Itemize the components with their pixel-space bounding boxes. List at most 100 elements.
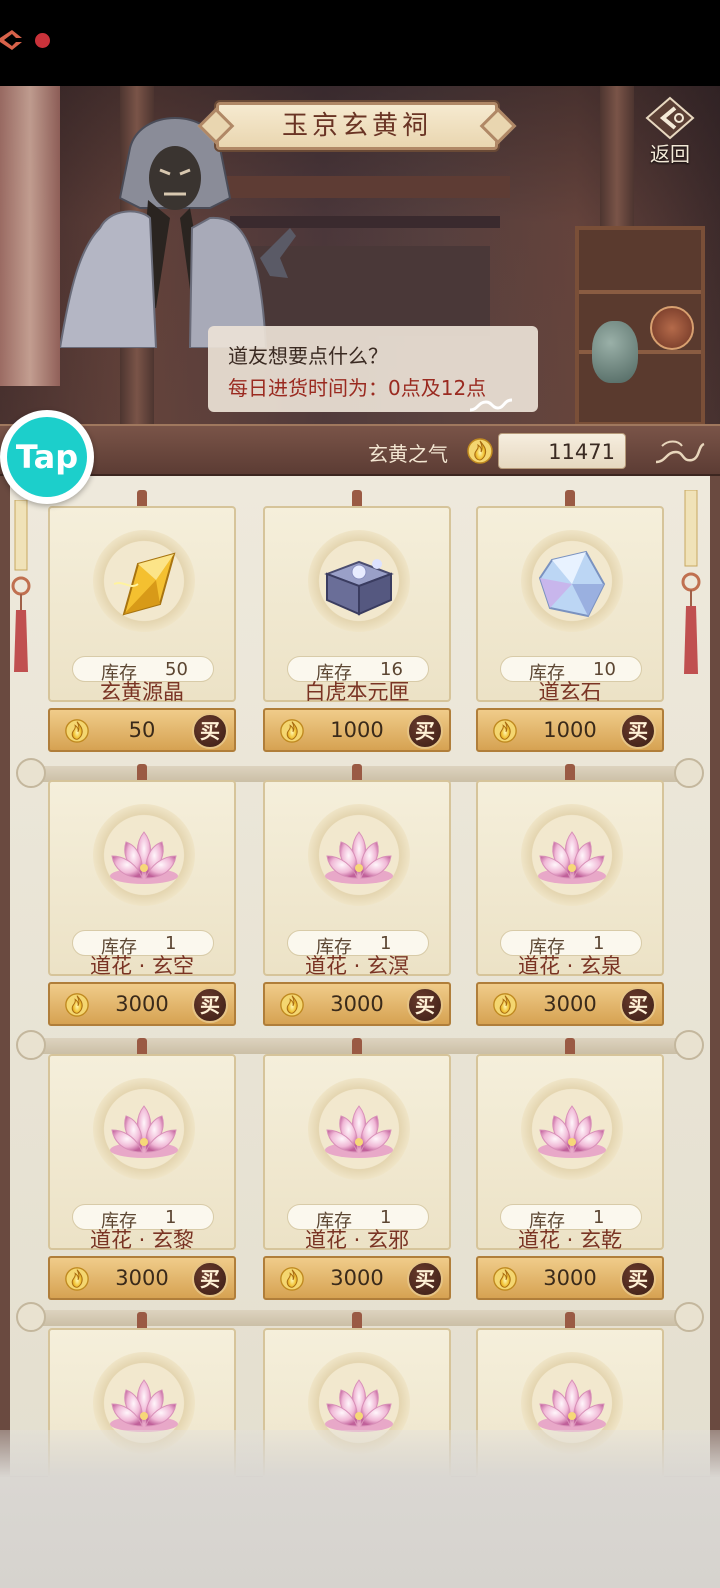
item-name: 道花 · 玄溟 bbox=[304, 954, 410, 978]
shop-title-plaque: 玉京玄黄祠 bbox=[216, 102, 498, 150]
price-bar: 3000 买 bbox=[48, 982, 236, 1026]
currency-bar: 玄黄之气 11471 bbox=[0, 424, 720, 476]
taptap-floating-button[interactable]: Tap bbox=[0, 410, 94, 504]
vase-decoration bbox=[592, 321, 638, 383]
card-body: 库存 1 bbox=[263, 780, 451, 976]
item-name: 道玄石 bbox=[538, 680, 602, 704]
lotus-icon bbox=[319, 1092, 399, 1172]
buy-button[interactable]: 买 bbox=[620, 987, 656, 1023]
lotus-icon bbox=[104, 1092, 184, 1172]
card-body: 库存 1 bbox=[263, 1054, 451, 1250]
tassel-ornament-left bbox=[11, 500, 31, 672]
lotus-icon bbox=[532, 1092, 612, 1172]
blue-gem-icon bbox=[532, 544, 612, 624]
flame-coin-icon bbox=[64, 717, 90, 743]
item-name: 道花 · 玄黎 bbox=[89, 1228, 195, 1252]
status-bar bbox=[0, 0, 720, 86]
buy-button[interactable]: 买 bbox=[407, 1261, 443, 1297]
item-price: 1000 bbox=[543, 718, 597, 742]
notification-dot-icon bbox=[35, 33, 50, 48]
lotus-icon bbox=[532, 818, 612, 898]
cloud-decoration-icon bbox=[469, 398, 513, 412]
shop-item-card[interactable]: 库存 1 道花 · 玄泉 3000 买 bbox=[476, 764, 664, 1026]
jewel-box-icon bbox=[319, 544, 399, 624]
card-body: 库存 1 bbox=[48, 780, 236, 976]
buy-button[interactable]: 买 bbox=[192, 987, 228, 1023]
taptap-label: Tap bbox=[15, 438, 79, 476]
flame-coin-icon bbox=[492, 1265, 518, 1291]
scene-curtain bbox=[0, 86, 60, 386]
card-body: 库存 1 bbox=[48, 1054, 236, 1250]
item-price: 1000 bbox=[330, 718, 384, 742]
card-body: 库存 1 bbox=[476, 780, 664, 976]
item-name: 玄黄源晶 bbox=[100, 680, 184, 704]
item-name: 道花 · 玄乾 bbox=[517, 1228, 623, 1252]
flame-coin-icon bbox=[279, 1265, 305, 1291]
currency-label: 玄黄之气 bbox=[368, 442, 448, 466]
flame-coin-icon bbox=[279, 717, 305, 743]
price-bar: 1000 买 bbox=[476, 708, 664, 752]
item-name: 道花 · 玄邪 bbox=[304, 1228, 410, 1252]
flame-coin-icon bbox=[492, 991, 518, 1017]
price-bar: 3000 买 bbox=[263, 982, 451, 1026]
shop-item-grid: 库存 50 玄黄源晶 50 买 库存 16 白虎本元匣 1000 买 库存 10… bbox=[0, 476, 720, 1524]
card-body: 库存 1 bbox=[476, 1054, 664, 1250]
item-price: 50 bbox=[128, 718, 156, 742]
shop-item-card[interactable]: 库存 16 白虎本元匣 1000 买 bbox=[263, 490, 451, 752]
buy-button[interactable]: 买 bbox=[192, 1261, 228, 1297]
price-bar: 50 买 bbox=[48, 708, 236, 752]
item-price: 3000 bbox=[330, 992, 384, 1016]
price-bar: 1000 买 bbox=[263, 708, 451, 752]
currency-value: 11471 bbox=[548, 440, 615, 464]
taptap-badge-inner: Tap bbox=[7, 417, 87, 497]
back-button[interactable]: 返回 bbox=[640, 96, 700, 166]
shop-item-card[interactable]: 库存 1 道花 · 玄空 3000 买 bbox=[48, 764, 236, 1026]
tassel-ornament-right bbox=[681, 490, 701, 674]
buy-button[interactable]: 买 bbox=[192, 713, 228, 749]
flame-coin-icon bbox=[279, 991, 305, 1017]
shop-item-card[interactable]: 库存 10 道玄石 1000 买 bbox=[476, 490, 664, 752]
shop-item-card[interactable]: 库存 1 道花 · 玄邪 3000 买 bbox=[263, 1038, 451, 1300]
item-name: 道花 · 玄泉 bbox=[517, 954, 623, 978]
item-price: 3000 bbox=[543, 1266, 597, 1290]
price-bar: 3000 买 bbox=[48, 1256, 236, 1300]
flame-coin-icon bbox=[64, 1265, 90, 1291]
app-notification-icon bbox=[0, 30, 22, 50]
item-price: 3000 bbox=[543, 992, 597, 1016]
buy-button[interactable]: 买 bbox=[620, 713, 656, 749]
back-arrow-icon bbox=[645, 96, 695, 140]
buy-button[interactable]: 买 bbox=[407, 713, 443, 749]
flame-coin-icon bbox=[64, 991, 90, 1017]
gold-crystal-icon bbox=[104, 544, 184, 624]
shop-item-card[interactable]: 库存 1 道花 · 玄乾 3000 买 bbox=[476, 1038, 664, 1300]
price-bar: 3000 买 bbox=[263, 1256, 451, 1300]
back-label: 返回 bbox=[650, 142, 690, 166]
flame-coin-icon bbox=[492, 717, 518, 743]
currency-value-box: 11471 bbox=[498, 433, 626, 469]
dialog-greeting: 道友想要点什么？ bbox=[228, 344, 388, 368]
cloud-ornament-icon bbox=[655, 440, 705, 464]
item-name: 道花 · 玄空 bbox=[89, 954, 195, 978]
page-title: 玉京玄黄祠 bbox=[281, 111, 432, 141]
buy-button[interactable]: 买 bbox=[407, 987, 443, 1023]
item-price: 3000 bbox=[330, 1266, 384, 1290]
npc-dialog-box: 道友想要点什么？ 每日进货时间为：0点及12点 bbox=[208, 326, 538, 412]
item-price: 3000 bbox=[115, 992, 169, 1016]
price-bar: 3000 买 bbox=[476, 1256, 664, 1300]
dialog-restock-time: 每日进货时间为：0点及12点 bbox=[228, 376, 487, 400]
plate-decoration bbox=[650, 306, 694, 350]
buy-button[interactable]: 买 bbox=[620, 1261, 656, 1297]
card-body: 库存 10 bbox=[476, 506, 664, 702]
shop-item-card[interactable]: 库存 1 道花 · 玄溟 3000 买 bbox=[263, 764, 451, 1026]
item-name: 白虎本元匣 bbox=[304, 680, 410, 704]
item-price: 3000 bbox=[115, 1266, 169, 1290]
shop-item-card[interactable]: 库存 1 道花 · 玄黎 3000 买 bbox=[48, 1038, 236, 1300]
bottom-mist-overlay bbox=[0, 1430, 720, 1588]
lotus-icon bbox=[319, 818, 399, 898]
flame-coin-icon bbox=[466, 436, 494, 464]
card-body: 库存 16 bbox=[263, 506, 451, 702]
card-body: 库存 50 bbox=[48, 506, 236, 702]
lotus-icon bbox=[104, 818, 184, 898]
price-bar: 3000 买 bbox=[476, 982, 664, 1026]
shop-item-card[interactable]: 库存 50 玄黄源晶 50 买 bbox=[48, 490, 236, 752]
